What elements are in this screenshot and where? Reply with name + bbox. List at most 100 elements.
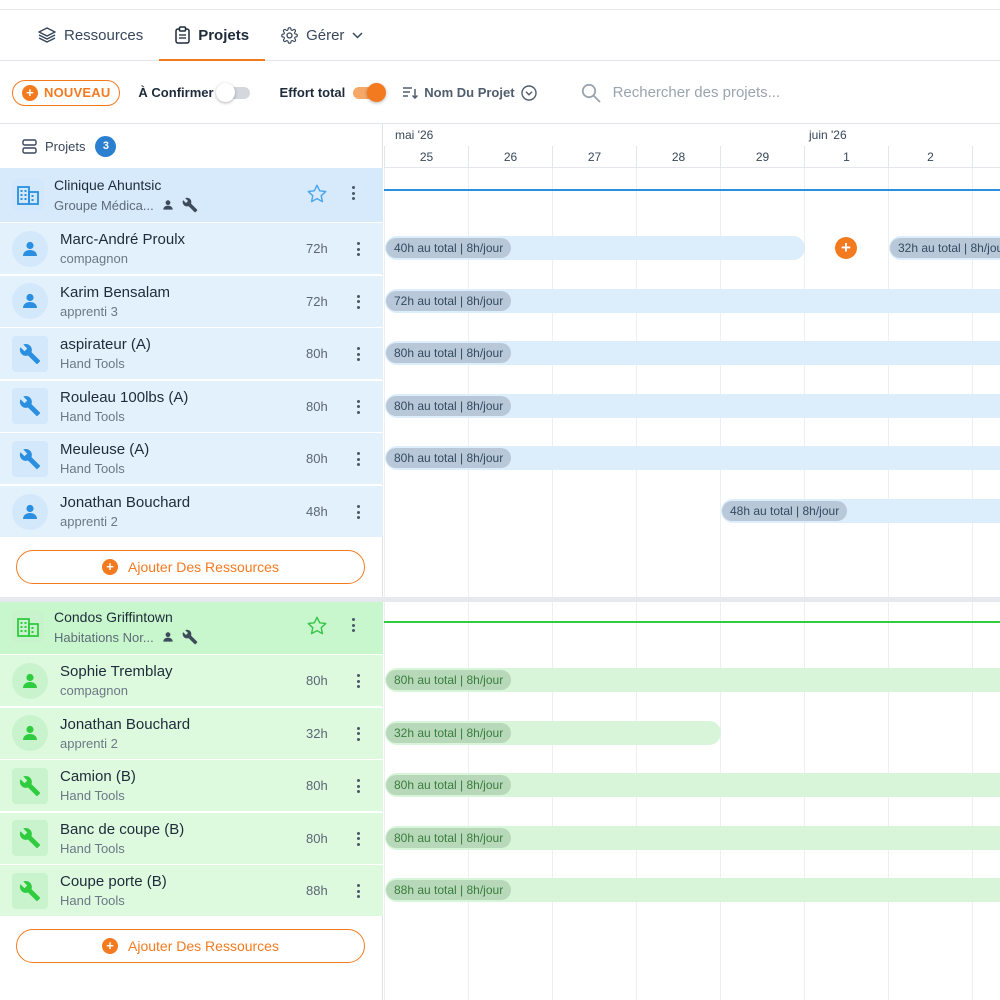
resource-role: apprenti 2: [60, 514, 118, 529]
resource-menu-button[interactable]: [355, 505, 361, 519]
tool-avatar: [12, 440, 48, 477]
resource-row[interactable]: Rouleau 100lbs (A) Hand Tools 80h: [0, 379, 383, 432]
allocation-bar[interactable]: 40h au total | 8h/jour: [385, 236, 805, 260]
allocation-bar[interactable]: 72h au total | 8h/jour: [385, 288, 1000, 313]
resource-row[interactable]: Coupe porte (B) Hand Tools 88h: [0, 864, 383, 917]
tool-avatar: [12, 388, 48, 425]
resource-row[interactable]: Camion (B) Hand Tools 80h: [0, 759, 383, 812]
project-header[interactable]: Condos Griffintown Habitations Nor...: [0, 600, 383, 654]
allocation-bar[interactable]: 80h au total | 8h/jour: [385, 446, 1000, 471]
allocation-bar[interactable]: 88h au total | 8h/jour: [385, 878, 1000, 903]
resource-menu-button[interactable]: [355, 726, 361, 741]
new-button-label: NOUVEAU: [44, 85, 111, 100]
clipboard-icon: [175, 26, 190, 44]
project-menu-button[interactable]: [350, 186, 356, 200]
resource-row[interactable]: Jonathan Bouchard apprenti 2 48h: [0, 485, 383, 537]
resource-menu-button[interactable]: [355, 242, 361, 256]
allocation-bar[interactable]: 80h au total | 8h/jour: [385, 773, 1000, 798]
tab-projets[interactable]: Projets: [159, 10, 265, 61]
resource-row[interactable]: Marc-André Proulx compagnon 72h: [0, 222, 383, 274]
resource-row[interactable]: Karim Bensalam apprenti 3 72h: [0, 274, 383, 327]
resource-menu-button[interactable]: [355, 779, 361, 794]
resource-row[interactable]: Meuleuse (A) Hand Tools 80h: [0, 432, 383, 485]
new-button[interactable]: + NOUVEAU: [12, 79, 121, 106]
resource-row[interactable]: Jonathan Bouchard apprenti 2 32h: [0, 706, 383, 759]
person-small-icon: [163, 200, 173, 210]
resource-info: Meuleuse (A) Hand Tools: [60, 441, 280, 476]
star-icon: [307, 184, 327, 203]
plus-icon: +: [102, 938, 119, 954]
wrench-icon: [19, 448, 41, 469]
sort-selector[interactable]: Nom Du Projet: [403, 84, 542, 101]
project-title: Condos Griffintown: [54, 609, 173, 625]
resource-menu-button[interactable]: [355, 831, 361, 846]
add-resources-label: Ajouter Des Ressources: [128, 558, 279, 575]
allocation-bar[interactable]: 80h au total | 8h/jour: [385, 341, 1000, 366]
gear-icon: [281, 26, 298, 44]
chevron-down-icon: [352, 31, 363, 39]
resource-hours: 88h: [306, 883, 328, 899]
effort-toggle[interactable]: [353, 82, 387, 102]
search-icon: [581, 83, 600, 102]
allocation-bar[interactable]: 32h au total | 8h/jour: [889, 236, 1000, 260]
allocation-label: 32h au total | 8h/jour: [890, 238, 1000, 258]
wrench-small-icon: [182, 197, 198, 213]
resource-menu-button[interactable]: [355, 674, 361, 688]
resource-menu-button[interactable]: [355, 347, 361, 362]
allocation-label: 88h au total | 8h/jour: [386, 880, 512, 901]
search-input[interactable]: Rechercher des projets...: [613, 84, 781, 101]
favorite-button[interactable]: [306, 615, 328, 642]
person-avatar: [12, 283, 48, 320]
resource-name: Marc-André Proulx: [60, 231, 186, 248]
allocation-bar[interactable]: 80h au total | 8h/jour: [385, 825, 1000, 850]
day-cell: 2: [888, 146, 972, 168]
day-cell: 28: [636, 146, 720, 168]
project-header[interactable]: Clinique Ahuntsic Groupe Médica...: [0, 168, 383, 222]
allocation-bar[interactable]: 32h au total | 8h/jour: [385, 720, 721, 745]
allocation-bar[interactable]: 80h au total | 8h/jour: [385, 393, 1000, 418]
project-progress-line: [384, 189, 1000, 191]
app-window: Ressources Projets Gérer + NOUVEAU À Con…: [0, 0, 1000, 1000]
add-allocation-button[interactable]: +: [835, 237, 857, 259]
resource-menu-button[interactable]: [355, 452, 361, 467]
add-resources-button[interactable]: + Ajouter Des Ressources: [16, 549, 365, 584]
resource-row[interactable]: Sophie Tremblay compagnon 80h: [0, 654, 383, 706]
favorite-button[interactable]: [306, 183, 328, 210]
building-icon: [17, 186, 39, 205]
resource-row[interactable]: aspirateur (A) Hand Tools 80h: [0, 327, 383, 380]
search-box[interactable]: Rechercher des projets...: [581, 83, 781, 103]
person-icon: [23, 725, 37, 741]
resource-menu-button[interactable]: [355, 884, 361, 899]
resource-hours: 72h: [306, 241, 328, 256]
month-label: juin '26: [809, 128, 847, 142]
tab-projets-label: Projets: [198, 26, 250, 44]
allocation-bar[interactable]: 80h au total | 8h/jour: [385, 668, 1000, 692]
resource-role: Hand Tools: [60, 356, 125, 372]
person-avatar: [12, 662, 48, 699]
tab-ressources[interactable]: Ressources: [22, 10, 159, 61]
resource-menu-button[interactable]: [355, 399, 361, 414]
tab-gerer[interactable]: Gérer: [265, 10, 379, 61]
person-avatar: [12, 715, 48, 752]
projects-count-badge: 3: [95, 135, 117, 157]
resource-hours: 80h: [306, 830, 328, 846]
resource-info: Jonathan Bouchard apprenti 2: [60, 494, 280, 529]
resource-role: Hand Tools: [60, 788, 125, 804]
confirm-toggle[interactable]: [215, 82, 250, 102]
resource-menu-button[interactable]: [355, 294, 361, 309]
resource-role: Hand Tools: [60, 408, 125, 424]
resource-role: compagnon: [60, 683, 128, 698]
chevron-circle-down-icon: [520, 84, 537, 101]
project-menu-button[interactable]: [350, 618, 356, 632]
resource-hours: 80h: [306, 346, 328, 362]
main-nav: Ressources Projets Gérer: [0, 10, 1000, 61]
person-small-icon: [163, 632, 173, 642]
resource-row[interactable]: Banc de coupe (B) Hand Tools 80h: [0, 811, 383, 864]
add-resources-button[interactable]: + Ajouter Des Ressources: [16, 929, 365, 963]
resource-name: Banc de coupe (B): [60, 820, 185, 838]
person-avatar: [12, 230, 48, 267]
allocation-bar[interactable]: 48h au total | 8h/jour: [721, 499, 1000, 523]
sort-label: Nom Du Projet: [424, 85, 515, 100]
allocation-label: 80h au total | 8h/jour: [386, 827, 512, 848]
resource-role: Hand Tools: [60, 893, 125, 909]
